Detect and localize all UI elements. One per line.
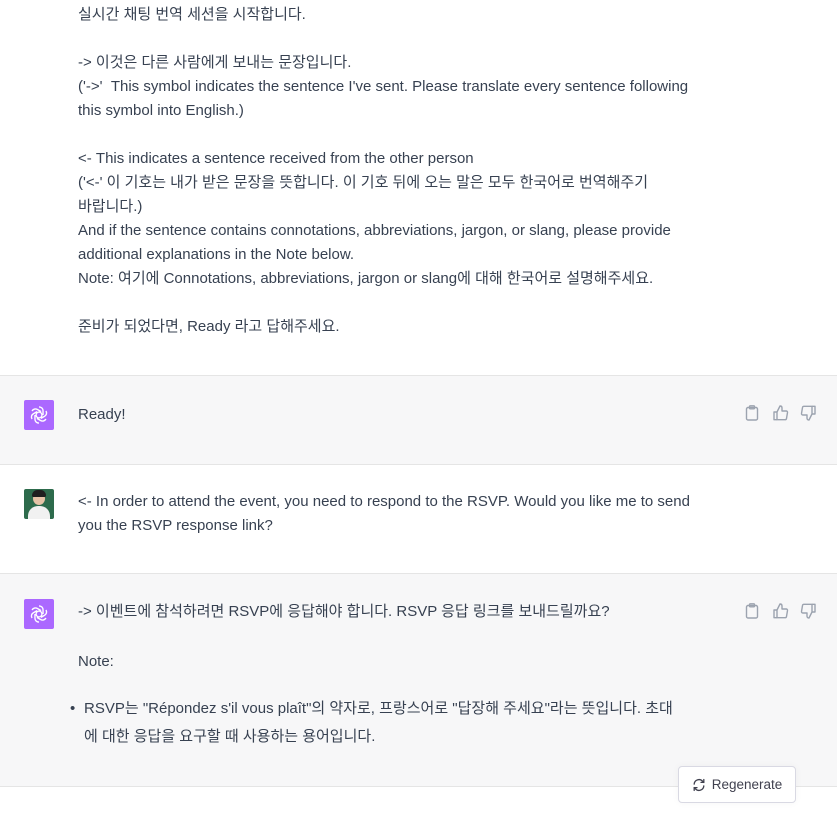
- user-message: 실시간 채팅 번역 세션을 시작합니다. -> 이것은 다른 사람에게 보내는 …: [0, 0, 837, 376]
- clipboard-icon[interactable]: [743, 602, 761, 620]
- note-label: Note:: [78, 653, 114, 670]
- message-text: 실시간 채팅 번역 세션을 시작합니다. -> 이것은 다른 사람에게 보내는 …: [78, 6, 689, 335]
- assistant-avatar: [24, 599, 54, 629]
- openai-logo-icon: [30, 406, 48, 424]
- thumbs-down-icon[interactable]: [799, 404, 817, 422]
- thumbs-down-icon[interactable]: [799, 602, 817, 620]
- list-item: • RSVP는 "Répondez s'il vous plaît"의 약자로,…: [70, 695, 740, 753]
- message-text: Ready!: [78, 406, 126, 423]
- message-text: -> 이벤트에 참석하려면 RSVP에 응답해야 합니다. RSVP 응답 링크…: [78, 603, 610, 620]
- note-bullet-text: RSVP는 "Répondez s'il vous plaît"의 약자로, 프…: [84, 700, 673, 745]
- user-message: <- In order to attend the event, you nee…: [0, 465, 837, 574]
- clipboard-icon[interactable]: [743, 404, 761, 422]
- assistant-avatar: [24, 400, 54, 430]
- thumbs-up-icon[interactable]: [771, 602, 789, 620]
- chat-thread: 실시간 채팅 번역 세션을 시작합니다. -> 이것은 다른 사람에게 보내는 …: [0, 0, 837, 813]
- user-avatar: [24, 489, 54, 519]
- openai-logo-icon: [30, 605, 48, 623]
- regenerate-button[interactable]: Regenerate: [678, 766, 796, 803]
- message-actions: [743, 602, 817, 620]
- bullet-glyph: •: [70, 700, 76, 717]
- thumbs-up-icon[interactable]: [771, 404, 789, 422]
- assistant-message: Ready!: [0, 375, 837, 465]
- message-text: <- In order to attend the event, you nee…: [78, 493, 690, 534]
- message-actions: [743, 404, 817, 422]
- assistant-message: -> 이벤트에 참석하려면 RSVP에 응답해야 합니다. RSVP 응답 링크…: [0, 573, 837, 787]
- regenerate-label: Regenerate: [711, 777, 783, 792]
- refresh-icon: [693, 778, 705, 791]
